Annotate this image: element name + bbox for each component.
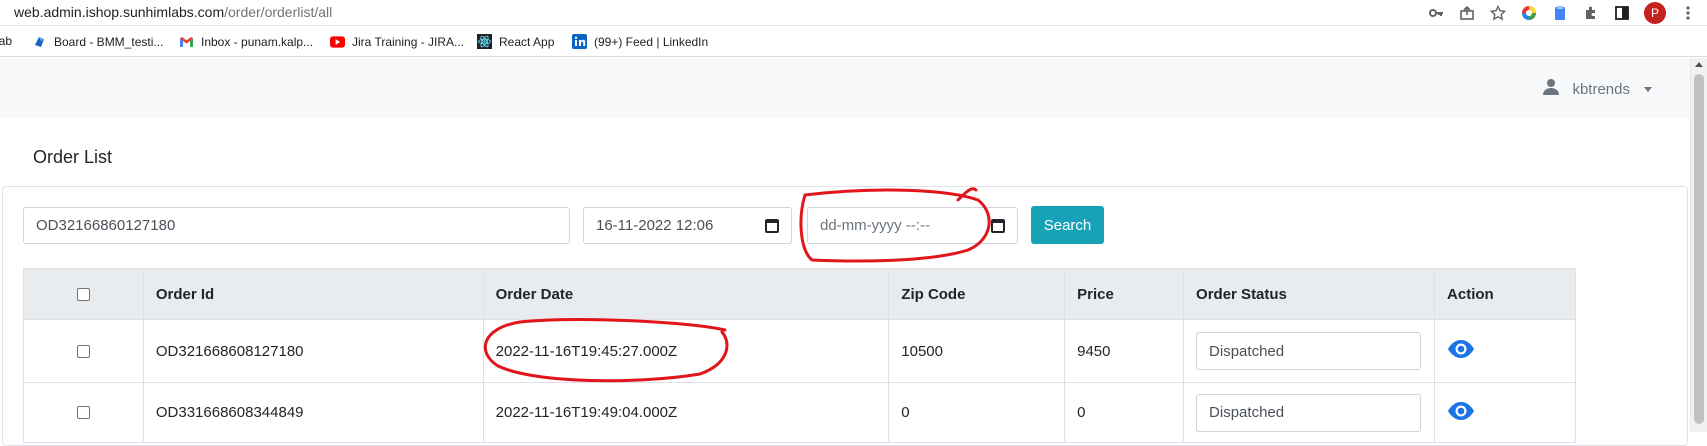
calendar-icon[interactable] (991, 218, 1005, 233)
browser-url-bar[interactable]: web.admin.ishop.sunhimlabs.com/order/ord… (0, 0, 1707, 26)
view-eye-icon[interactable] (1447, 339, 1475, 359)
row-checkbox[interactable] (76, 406, 90, 419)
bookmark-gmail[interactable]: Inbox - punam.kalp... (179, 34, 313, 49)
star-icon[interactable] (1489, 4, 1507, 22)
gmail-icon (179, 34, 194, 49)
scroll-thumb[interactable] (1694, 74, 1704, 424)
url-text[interactable]: web.admin.ishop.sunhimlabs.com/order/ord… (14, 4, 332, 20)
url-host: web.admin.ishop.sunhimlabs.com (14, 4, 225, 20)
bookmark-label: Jira Training - JIRA... (352, 34, 465, 49)
clipboard-extension-icon[interactable] (1551, 4, 1569, 22)
zip-code-cell: 10500 (888, 319, 1066, 383)
table-header-row: Order Id Order Date Zip Code Price Order… (23, 268, 1576, 320)
select-all-header (23, 268, 144, 320)
column-header[interactable]: Order Id (142, 268, 484, 320)
select-all-checkbox[interactable] (76, 287, 90, 301)
view-eye-icon[interactable] (1447, 401, 1475, 421)
share-icon[interactable] (1458, 4, 1476, 22)
user-icon (1542, 78, 1560, 100)
bookmark-label: Board - BMM_testi... (54, 34, 164, 49)
calendar-icon[interactable] (765, 218, 779, 233)
zip-code-cell: 0 (888, 382, 1066, 443)
order-id-cell: OD331668608344849 (142, 382, 484, 443)
youtube-icon (330, 34, 345, 49)
column-header[interactable]: Order Status (1183, 268, 1436, 320)
app-header: kbtrends (0, 58, 1690, 118)
to-date-input[interactable]: dd-mm-yyyy --:-- (807, 207, 1018, 244)
order-id-cell: OD321668608127180 (142, 319, 484, 383)
column-header[interactable]: Zip Code (888, 268, 1066, 320)
bookmark-jira-training[interactable]: Jira Training - JIRA... (330, 34, 464, 49)
column-header[interactable]: Order Date (482, 268, 890, 320)
to-date-placeholder: dd-mm-yyyy --:-- (820, 217, 930, 234)
bookmark-react-app[interactable]: React App (477, 34, 554, 49)
react-icon (477, 34, 492, 49)
caret-down-icon (1644, 86, 1652, 92)
order-status-select[interactable]: Dispatched (1196, 393, 1422, 432)
price-cell: 0 (1064, 382, 1185, 443)
user-menu[interactable]: kbtrends (1542, 78, 1652, 100)
column-header[interactable]: Action (1434, 268, 1576, 320)
bookmark-tab[interactable]: Tab (0, 34, 12, 48)
order-status-cell: Dispatched (1183, 319, 1436, 383)
from-date-value: 16-11-2022 12:06 (596, 217, 714, 234)
order-id-search-input[interactable]: OD32166860127180 (23, 207, 570, 244)
orders-table: Order Id Order Date Zip Code Price Order… (23, 268, 1576, 443)
order-status-value: Dispatched (1209, 404, 1285, 421)
column-header[interactable]: Price (1064, 268, 1185, 320)
order-status-value: Dispatched (1209, 342, 1285, 360)
page-title: Order List (33, 147, 113, 167)
order-status-select[interactable]: Dispatched (1196, 332, 1422, 370)
page-scrollbar[interactable] (1690, 58, 1707, 432)
table-row: OD331668608344849 2022-11-16T19:49:04.00… (23, 382, 1576, 443)
row-checkbox[interactable] (76, 344, 90, 358)
board-icon (32, 34, 47, 49)
table-row: OD321668608127180 2022-11-16T19:45:27.00… (23, 319, 1576, 383)
key-icon[interactable] (1427, 4, 1445, 22)
bookmark-linkedin[interactable]: (99+) Feed | LinkedIn (572, 34, 708, 49)
order-date-cell: 2022-11-16T19:49:04.000Z (482, 382, 890, 443)
linkedin-icon (572, 34, 587, 49)
bookmarks-bar: Tab Board - BMM_testi... Inbox - punam.k… (0, 27, 1707, 57)
bookmark-label: React App (499, 34, 555, 49)
bookmark-label: (99+) Feed | LinkedIn (594, 34, 709, 49)
url-path: /order/orderlist/all (224, 4, 333, 20)
row-select-cell (23, 319, 144, 383)
action-cell (1434, 382, 1576, 443)
bookmark-board[interactable]: Board - BMM_testi... (32, 34, 163, 49)
order-status-cell: Dispatched (1183, 382, 1436, 443)
order-date-cell: 2022-11-16T19:45:27.000Z (482, 319, 890, 383)
row-select-cell (23, 382, 144, 443)
search-button[interactable]: Search (1031, 206, 1104, 244)
action-cell (1434, 319, 1576, 383)
scroll-up-arrow-icon[interactable] (1695, 62, 1703, 67)
browser-toolbar-icons: P (1427, 2, 1697, 24)
bookmark-label: Tab (0, 34, 12, 48)
kebab-menu-icon[interactable] (1679, 4, 1697, 22)
profile-avatar[interactable]: P (1644, 2, 1666, 24)
color-wheel-extension-icon[interactable] (1520, 4, 1538, 22)
user-name: kbtrends (1572, 80, 1630, 98)
puzzle-extensions-icon[interactable] (1582, 4, 1600, 22)
bookmark-label: Inbox - punam.kalp... (201, 34, 314, 49)
order-id-value: OD32166860127180 (36, 217, 176, 234)
from-date-input[interactable]: 16-11-2022 12:06 (583, 207, 792, 244)
price-cell: 9450 (1064, 319, 1185, 383)
side-panel-icon[interactable] (1613, 4, 1631, 22)
